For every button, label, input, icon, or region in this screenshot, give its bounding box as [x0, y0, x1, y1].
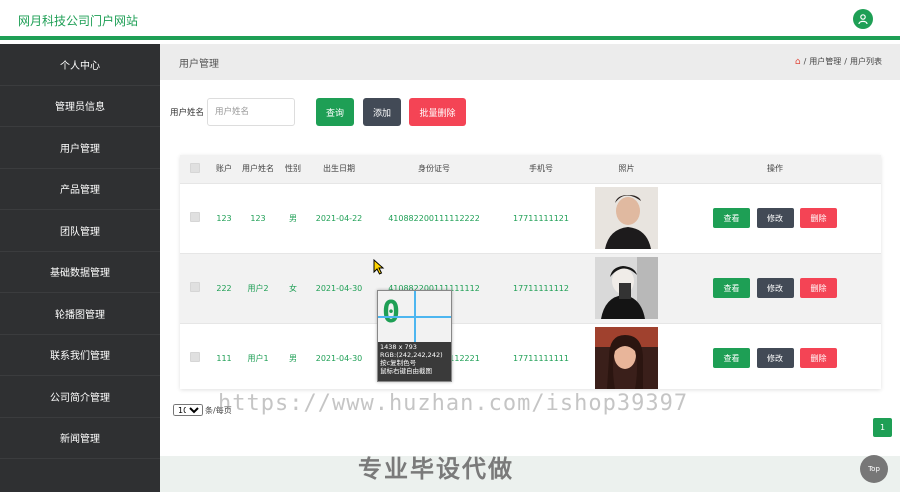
cell-name: 123: [250, 213, 266, 223]
picker-info: 1438 x 793 RGB:(242,242,242) 按c复制色号 鼠标右键…: [378, 342, 451, 381]
cell-birth: 2021-04-22: [315, 213, 363, 223]
row-checkbox[interactable]: [190, 352, 200, 363]
breadcrumb-separator: /: [844, 57, 847, 66]
batch-delete-button[interactable]: 批量删除: [409, 98, 467, 126]
cell-name: 用户2: [247, 283, 269, 293]
watermark-url: https://www.huzhan.com/ishop39397: [218, 391, 689, 416]
search-bar: 用户姓名 查询 添加 批量删除: [170, 98, 467, 126]
back-to-top-button[interactable]: Top: [860, 455, 888, 483]
row-checkbox[interactable]: [190, 282, 200, 292]
picker-hint-screenshot: 鼠标右键自由截图: [380, 367, 432, 375]
picker-magnifier: 0: [378, 291, 451, 342]
site-title: 网月科技公司门户网站: [18, 14, 139, 28]
sidebar-item-basic-data[interactable]: 基础数据管理: [0, 252, 160, 293]
sidebar: 个人中心 管理员信息 用户管理 产品管理 团队管理 基础数据管理 轮播图管理 联…: [0, 44, 160, 492]
view-button[interactable]: 查看: [712, 348, 750, 369]
search-label: 用户姓名: [170, 108, 205, 118]
cell-gender: 男: [289, 213, 297, 223]
color-picker-tooltip: 0 1438 x 793 RGB:(242,242,242) 按c复制色号 鼠标…: [377, 290, 452, 382]
user-icon[interactable]: [853, 9, 873, 29]
table-row: 222 用户2 女 2021-04-30 410882200111111112 …: [180, 253, 881, 323]
sidebar-item-team-management[interactable]: 团队管理: [0, 210, 160, 252]
col-header-photo: 照片: [618, 164, 635, 174]
cell-gender: 女: [289, 283, 297, 293]
cell-birth: 2021-04-30: [315, 353, 363, 363]
cell-phone: 17711111121: [513, 213, 569, 223]
cell-account: 222: [216, 283, 232, 293]
row-checkbox[interactable]: [190, 212, 200, 222]
delete-button[interactable]: 删除: [800, 348, 838, 369]
sidebar-item-news[interactable]: 新闻管理: [0, 418, 160, 459]
sidebar-item-company-intro[interactable]: 公司简介管理: [0, 376, 160, 418]
col-header-id-number: 身份证号: [418, 164, 450, 174]
user-photo: [595, 257, 658, 319]
main-content: 用户管理 ⌂ / 用户管理 / 用户列表 用户姓名 查询 添加 批量删除 账户 …: [160, 44, 900, 492]
sidebar-item-contact[interactable]: 联系我们管理: [0, 335, 160, 376]
sidebar-item-carousel[interactable]: 轮播图管理: [0, 293, 160, 335]
picker-size: 1438 x 793: [380, 343, 417, 351]
search-input[interactable]: [207, 98, 296, 126]
col-header-gender: 性别: [285, 164, 301, 174]
sidebar-item-user-management[interactable]: 用户管理: [0, 127, 160, 169]
col-header-birth: 出生日期: [323, 164, 355, 174]
cell-account: 123: [216, 213, 232, 223]
user-glyph-icon: [858, 14, 868, 25]
home-icon[interactable]: ⌂: [795, 57, 801, 67]
col-header-phone: 手机号: [529, 164, 553, 174]
cell-gender: 男: [289, 353, 297, 363]
table-row: 111 用户1 男 2021-04-30 410882200111112221 …: [180, 323, 881, 393]
breadcrumb-separator: /: [803, 57, 807, 66]
add-button[interactable]: 添加: [363, 98, 402, 126]
view-button[interactable]: 查看: [712, 278, 750, 298]
breadcrumb: ⌂ / 用户管理 / 用户列表: [795, 56, 882, 67]
user-photo: [595, 327, 658, 390]
page-number-current[interactable]: 1: [873, 418, 892, 437]
page-size-select[interactable]: 10: [173, 404, 203, 416]
picker-crosshair-horizontal: [378, 316, 451, 318]
cell-phone: 17711111111: [513, 353, 569, 363]
edit-button[interactable]: 修改: [756, 278, 794, 298]
select-all-checkbox[interactable]: [190, 162, 200, 173]
picker-hint-copy: 按c复制色号: [380, 359, 417, 367]
cell-birth: 2021-04-30: [315, 283, 363, 293]
picker-rgb: RGB:(242,242,242): [380, 351, 443, 359]
query-button[interactable]: 查询: [316, 98, 355, 126]
user-photo: [595, 187, 658, 249]
top-header: 网月科技公司门户网站: [0, 0, 900, 40]
cell-account: 111: [216, 353, 232, 363]
mouse-cursor-icon: [373, 259, 385, 275]
cell-name: 用户1: [247, 353, 269, 363]
page-title: 用户管理: [179, 59, 219, 70]
picker-zoom-glyph: 0: [382, 295, 401, 330]
breadcrumb-bar: 用户管理 ⌂ / 用户管理 / 用户列表: [160, 44, 900, 80]
edit-button[interactable]: 修改: [756, 208, 794, 228]
edit-button[interactable]: 修改: [756, 348, 794, 369]
user-table: 账户 用户姓名 性别 出生日期 身份证号 手机号 照片 操作 123 123 男…: [180, 155, 881, 390]
footer-strip: [160, 456, 900, 492]
sidebar-item-product-management[interactable]: 产品管理: [0, 169, 160, 210]
col-header-account: 账户: [216, 164, 232, 174]
table-header-row: 账户 用户姓名 性别 出生日期 身份证号 手机号 照片 操作: [180, 155, 881, 183]
breadcrumb-item[interactable]: 用户管理: [809, 56, 841, 67]
promo-text: 专业毕设代做: [358, 455, 514, 483]
table-row: 123 123 男 2021-04-22 410882200111112222 …: [180, 183, 881, 253]
view-button[interactable]: 查看: [712, 208, 750, 228]
cell-phone: 17711111112: [513, 283, 569, 293]
sidebar-item-personal-center[interactable]: 个人中心: [0, 44, 160, 86]
col-header-name: 用户姓名: [242, 164, 274, 174]
cell-id-number: 410882200111112222: [388, 213, 480, 223]
sidebar-item-admin-info[interactable]: 管理员信息: [0, 86, 160, 127]
delete-button[interactable]: 删除: [800, 278, 838, 298]
col-header-actions: 操作: [767, 164, 783, 174]
delete-button[interactable]: 删除: [800, 208, 838, 228]
breadcrumb-item: 用户列表: [850, 57, 882, 66]
